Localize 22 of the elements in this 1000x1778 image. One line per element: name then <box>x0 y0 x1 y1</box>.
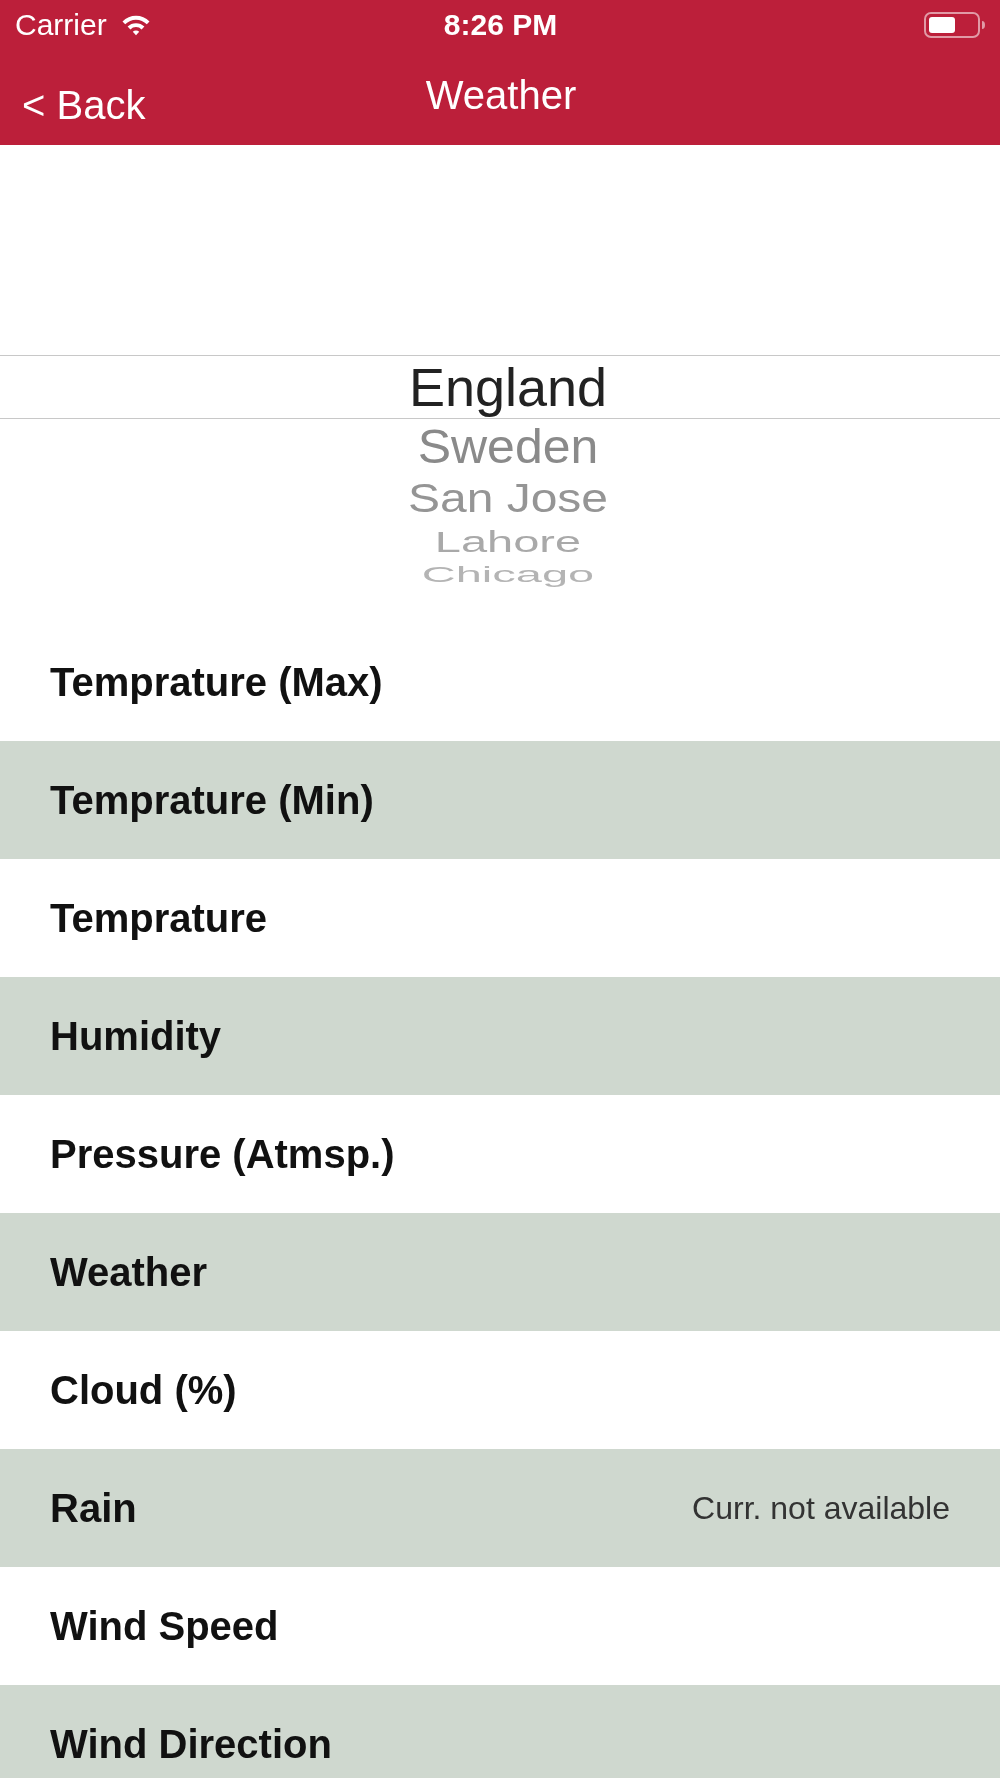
row-value: Curr. not available <box>692 1489 950 1527</box>
row-label: Cloud (%) <box>50 1367 237 1413</box>
battery-icon <box>924 12 986 38</box>
picker-option[interactable]: Lahore <box>434 525 582 559</box>
picker-option[interactable]: Sweden <box>417 419 599 475</box>
picker-option[interactable]: San Jose <box>407 476 609 522</box>
picker-option[interactable]: England <box>408 356 608 418</box>
row-label: Temprature (Min) <box>50 777 374 823</box>
row-label: Wind Speed <box>50 1603 279 1649</box>
row-label: Humidity <box>50 1013 222 1059</box>
row-label: Temprature (Max) <box>50 659 383 705</box>
wifi-icon <box>120 14 151 36</box>
row-label: Rain <box>50 1485 137 1531</box>
status-time: 8:26 PM <box>443 8 558 42</box>
row-label: Weather <box>50 1249 208 1295</box>
picker-option[interactable]: Chicago <box>421 563 595 587</box>
row-label: Temprature <box>50 895 268 941</box>
row-label: Pressure (Atmsp.) <box>50 1131 395 1177</box>
carrier-name: Carrier <box>15 8 107 42</box>
row-label: Wind Direction <box>50 1721 332 1767</box>
back-button[interactable]: < Back <box>22 83 146 128</box>
screen-title: Weather <box>425 73 577 118</box>
